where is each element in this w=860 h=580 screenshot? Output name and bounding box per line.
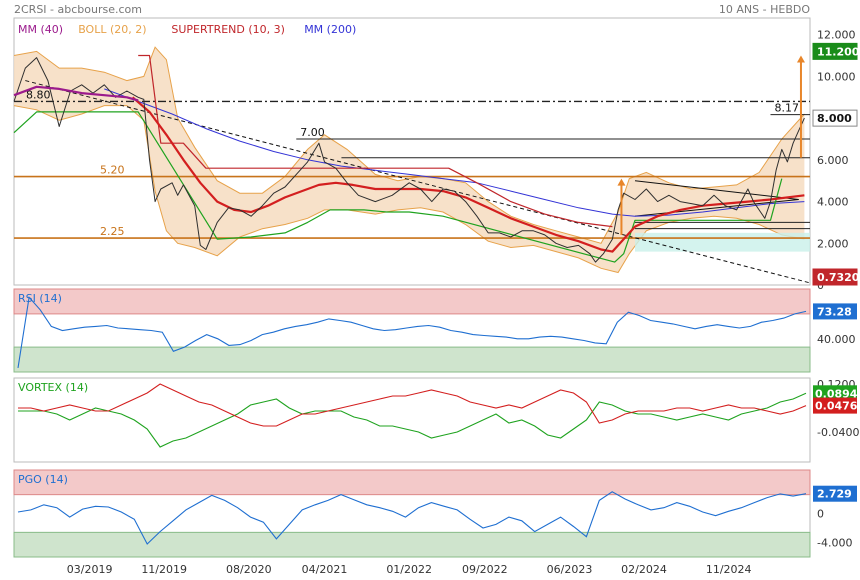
x-tick-1: 11/2019: [141, 563, 187, 576]
price-panel: 8.808.177.005.202.25MM (40) BOLL (20, 2) S…: [13, 17, 860, 292]
rsi-oversold-zone: [13, 346, 811, 373]
level-label-4: 5.20: [100, 164, 125, 177]
pgo-panel: PGO (14) 0 -4.000 2.729: [13, 469, 857, 558]
rsi-legend: RSI (14): [18, 292, 62, 305]
price-badge-label-2: 0.7320: [817, 271, 860, 284]
pgo-oversold-zone: [13, 531, 811, 558]
price-ytick-3: 6.000: [817, 154, 849, 167]
x-tick-0: 03/2019: [67, 563, 113, 576]
x-axis: 03/2019 11/2019 08/2020 04/2021 01/2022 09/20…: [67, 563, 752, 576]
rsi-badge-label: 73.28: [817, 305, 852, 318]
pgo-badge-label: 2.729: [817, 488, 852, 501]
x-tick-4: 01/2022: [386, 563, 432, 576]
pgo-ytick-0: 0: [817, 508, 824, 521]
vortex-badge-label-1: 0.0476: [815, 400, 858, 413]
price-ytick-0: 12.000: [817, 29, 856, 42]
pgo-overbought-zone: [13, 469, 811, 496]
price-ytick-4: 4.000: [817, 196, 849, 209]
level-label-5: 2.25: [100, 225, 125, 238]
vortex-legend: VORTEX (14): [18, 381, 88, 394]
vortex-ytick-2: -0.0400: [817, 426, 859, 439]
support-zone: [634, 232, 810, 252]
legend-item-3: MM (200): [304, 23, 356, 36]
x-tick-8: 11/2024: [706, 563, 752, 576]
rsi-overbought-zone: [13, 288, 811, 315]
rsi-panel: RSI (14) 40.000 73.28: [13, 288, 857, 373]
header-period: 10 ANS - HEBDO: [719, 3, 810, 16]
price-ytick-1: 10.000: [817, 70, 856, 83]
x-tick-3: 04/2021: [302, 563, 348, 576]
price-badge-label-0: 11.200: [817, 45, 860, 58]
rsi-ytick-0: 40.000: [817, 333, 856, 346]
x-tick-2: 08/2020: [226, 563, 272, 576]
x-tick-7: 02/2024: [621, 563, 667, 576]
price-ytick-5: 2.000: [817, 237, 849, 250]
level-label-1: 8.17: [774, 102, 799, 115]
chart-canvas: 2CRSI - abcbourse.com 10 ANS - HEBDO 8.8…: [13, 3, 860, 576]
legend-item-0: MM (40): [18, 23, 63, 36]
price-badge-label-1: 8.000: [817, 112, 852, 125]
legend-item-1: BOLL (20, 2): [78, 23, 146, 36]
pgo-legend: PGO (14): [18, 473, 68, 486]
pgo-ytick-1: -4.000: [817, 537, 852, 550]
x-tick-6: 06/2023: [547, 563, 593, 576]
vortex-panel: VORTEX (14)0.12000.0400-0.04000.08940.04…: [13, 377, 859, 463]
header-symbol: 2CRSI - abcbourse.com: [14, 3, 142, 16]
level-label-2: 7.00: [300, 126, 325, 139]
x-tick-5: 09/2022: [462, 563, 508, 576]
legend-item-2: SUPERTREND (10, 3): [171, 23, 285, 36]
